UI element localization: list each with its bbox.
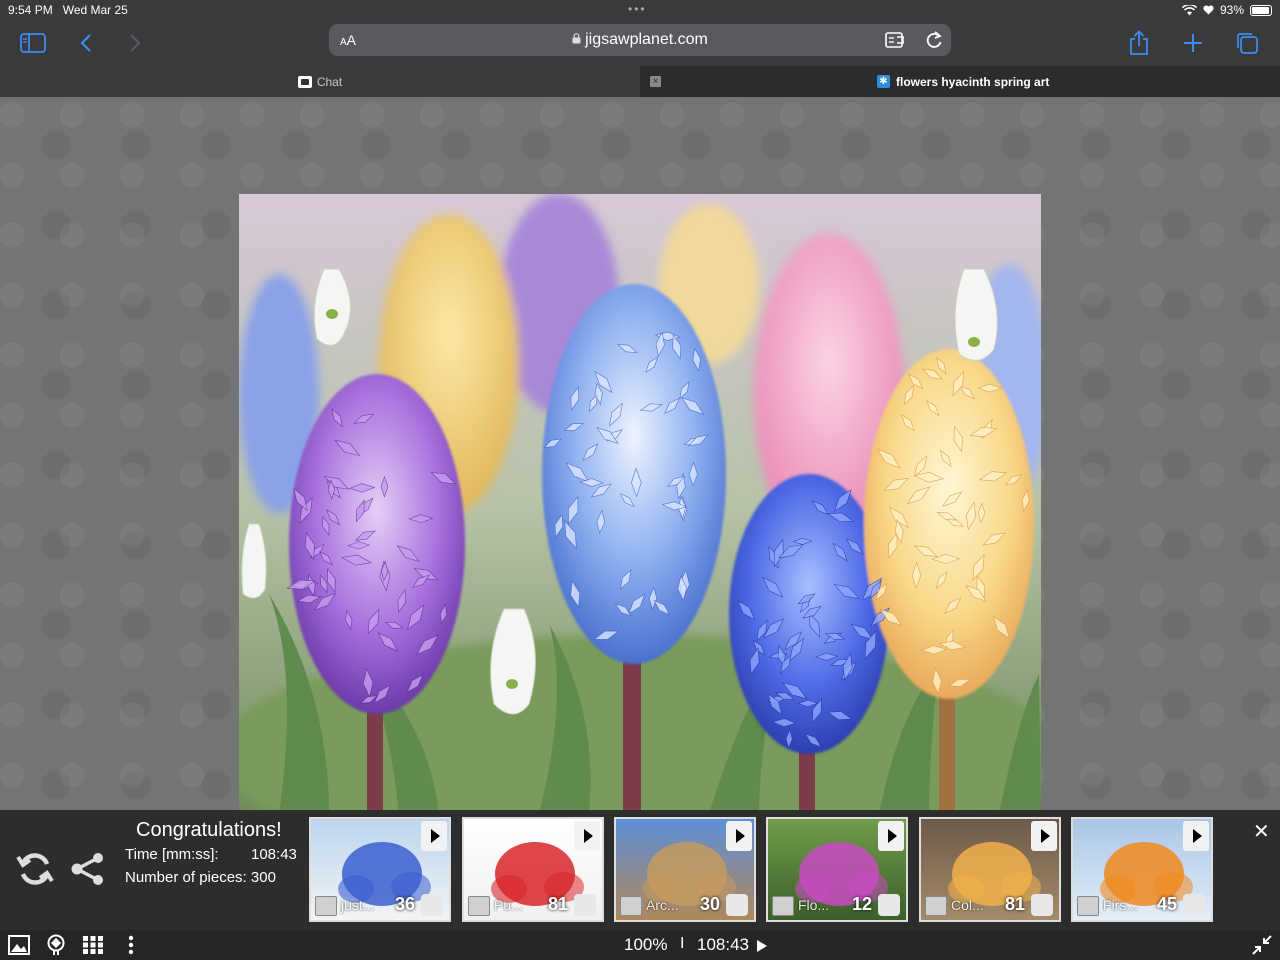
related-puzzle-thumbnail[interactable]: just... 36: [309, 817, 451, 922]
forward-icon[interactable]: [120, 28, 150, 58]
tab-bar: Chat × ✱ flowers hyacinth spring art: [0, 66, 1280, 97]
puzzle-piece-icon: [726, 894, 748, 916]
extensions-icon[interactable]: [885, 31, 905, 49]
related-puzzle-thumbnail[interactable]: Arc... 30: [614, 817, 756, 922]
thumbnail-title: Flo...: [798, 897, 830, 913]
puzzle-piece-icon: [878, 894, 900, 916]
related-puzzle-thumbnail[interactable]: Flo... 12: [766, 817, 908, 922]
play-icon[interactable]: [421, 821, 447, 851]
arrange-pieces-icon[interactable]: [81, 934, 105, 956]
category-icon: [772, 896, 794, 916]
image-preview-icon[interactable]: [7, 934, 31, 956]
tab-flowers-hyacinth[interactable]: ✱ flowers hyacinth spring art: [877, 66, 1049, 97]
thumbnail-title: Arc...: [646, 897, 679, 913]
puzzle-bottom-toolbar: 100% I 108:43: [0, 930, 1280, 960]
zoom-level[interactable]: 100%: [624, 935, 667, 955]
back-icon[interactable]: [71, 28, 101, 58]
battery-icon: [1250, 4, 1272, 16]
category-icon: [925, 896, 947, 916]
thumbnail-piece-count: 36: [394, 894, 415, 914]
jigsaw-favicon-icon: ✱: [877, 75, 890, 88]
thumbnail-title: Pu...: [494, 897, 523, 913]
lock-icon: [572, 33, 581, 44]
play-icon[interactable]: [726, 821, 752, 851]
multitasking-dots-icon[interactable]: •••: [628, 2, 647, 16]
thumbnail-title: Col...: [951, 897, 984, 913]
share-icon[interactable]: [1124, 28, 1154, 58]
close-panel-icon[interactable]: ✕: [1253, 819, 1270, 844]
restart-icon[interactable]: [16, 851, 54, 892]
status-bar: 9:54 PM Wed Mar 25 ••• 93%: [0, 0, 1280, 20]
puzzle-piece-icon: [574, 894, 596, 916]
play-icon[interactable]: [574, 821, 600, 851]
exit-fullscreen-icon[interactable]: [1250, 934, 1274, 956]
thumbnail-title: just...: [341, 897, 375, 913]
reload-icon[interactable]: [925, 30, 943, 50]
wifi-icon: [1181, 4, 1197, 15]
url-text[interactable]: jigsawplanet.com: [329, 31, 951, 49]
category-icon: [315, 896, 337, 916]
puzzle-piece-icon: [421, 894, 443, 916]
puzzle-complete-panel: Congratulations! Time [mm:ss]: 108:43 Nu…: [0, 810, 1280, 930]
battery-percent: 93%: [1219, 3, 1244, 17]
play-icon[interactable]: [1031, 821, 1057, 851]
thumbnail-piece-count: 12: [851, 894, 872, 914]
related-puzzle-thumbnail[interactable]: Col... 81: [919, 817, 1061, 922]
sidebar-icon[interactable]: [18, 28, 48, 58]
more-options-icon[interactable]: [119, 934, 143, 956]
tab-chat[interactable]: Chat: [0, 66, 640, 97]
time-label: Time [mm:ss]:: [125, 846, 219, 863]
play-icon[interactable]: [878, 821, 904, 851]
puzzle-piece-icon: [1031, 894, 1053, 916]
thumbnail-piece-count: 81: [1004, 894, 1025, 914]
chat-favicon-icon: [297, 75, 312, 88]
pieces-count: Number of pieces: 300: [125, 869, 276, 886]
ghost-image-icon[interactable]: [44, 934, 68, 956]
time-value: 108:43: [251, 846, 297, 863]
category-icon: [1077, 896, 1099, 916]
timer-play-icon[interactable]: [757, 940, 767, 952]
thumbnail-piece-count: 45: [1156, 894, 1177, 914]
close-tab-icon[interactable]: ×: [650, 76, 661, 87]
play-icon[interactable]: [1183, 821, 1209, 851]
category-icon: [620, 896, 642, 916]
congratulations-heading: Congratulations!: [136, 819, 282, 841]
share-puzzle-icon[interactable]: [71, 852, 105, 891]
category-icon: [468, 896, 490, 916]
new-tab-icon[interactable]: [1178, 28, 1208, 58]
related-puzzle-thumbnail[interactable]: Firs... 45: [1071, 817, 1213, 922]
address-bar[interactable]: AA jigsawplanet.com: [329, 24, 951, 56]
heart-icon: [1203, 5, 1214, 15]
hyacinth-flowers-picture: [239, 194, 1041, 814]
separator: I: [680, 935, 685, 952]
thumbnail-piece-count: 30: [699, 894, 720, 914]
tab-label: flowers hyacinth spring art: [896, 74, 1050, 89]
status-date: Wed Mar 25: [62, 3, 128, 17]
thumbnail-piece-count: 81: [547, 894, 568, 914]
related-puzzle-thumbnail[interactable]: Pu... 81: [462, 817, 604, 922]
battery-fill: [1252, 6, 1269, 14]
puzzle-piece-icon: [1183, 894, 1205, 916]
status-time: 9:54 PM: [8, 3, 53, 17]
thumbnail-title: Firs...: [1103, 897, 1138, 913]
browser-toolbar: AA jigsawplanet.com: [0, 20, 1280, 66]
timer: 108:43: [697, 935, 749, 954]
tab-label: Chat: [316, 74, 343, 89]
solved-puzzle-image[interactable]: [239, 194, 1041, 814]
tab-overview-icon[interactable]: [1232, 28, 1262, 58]
